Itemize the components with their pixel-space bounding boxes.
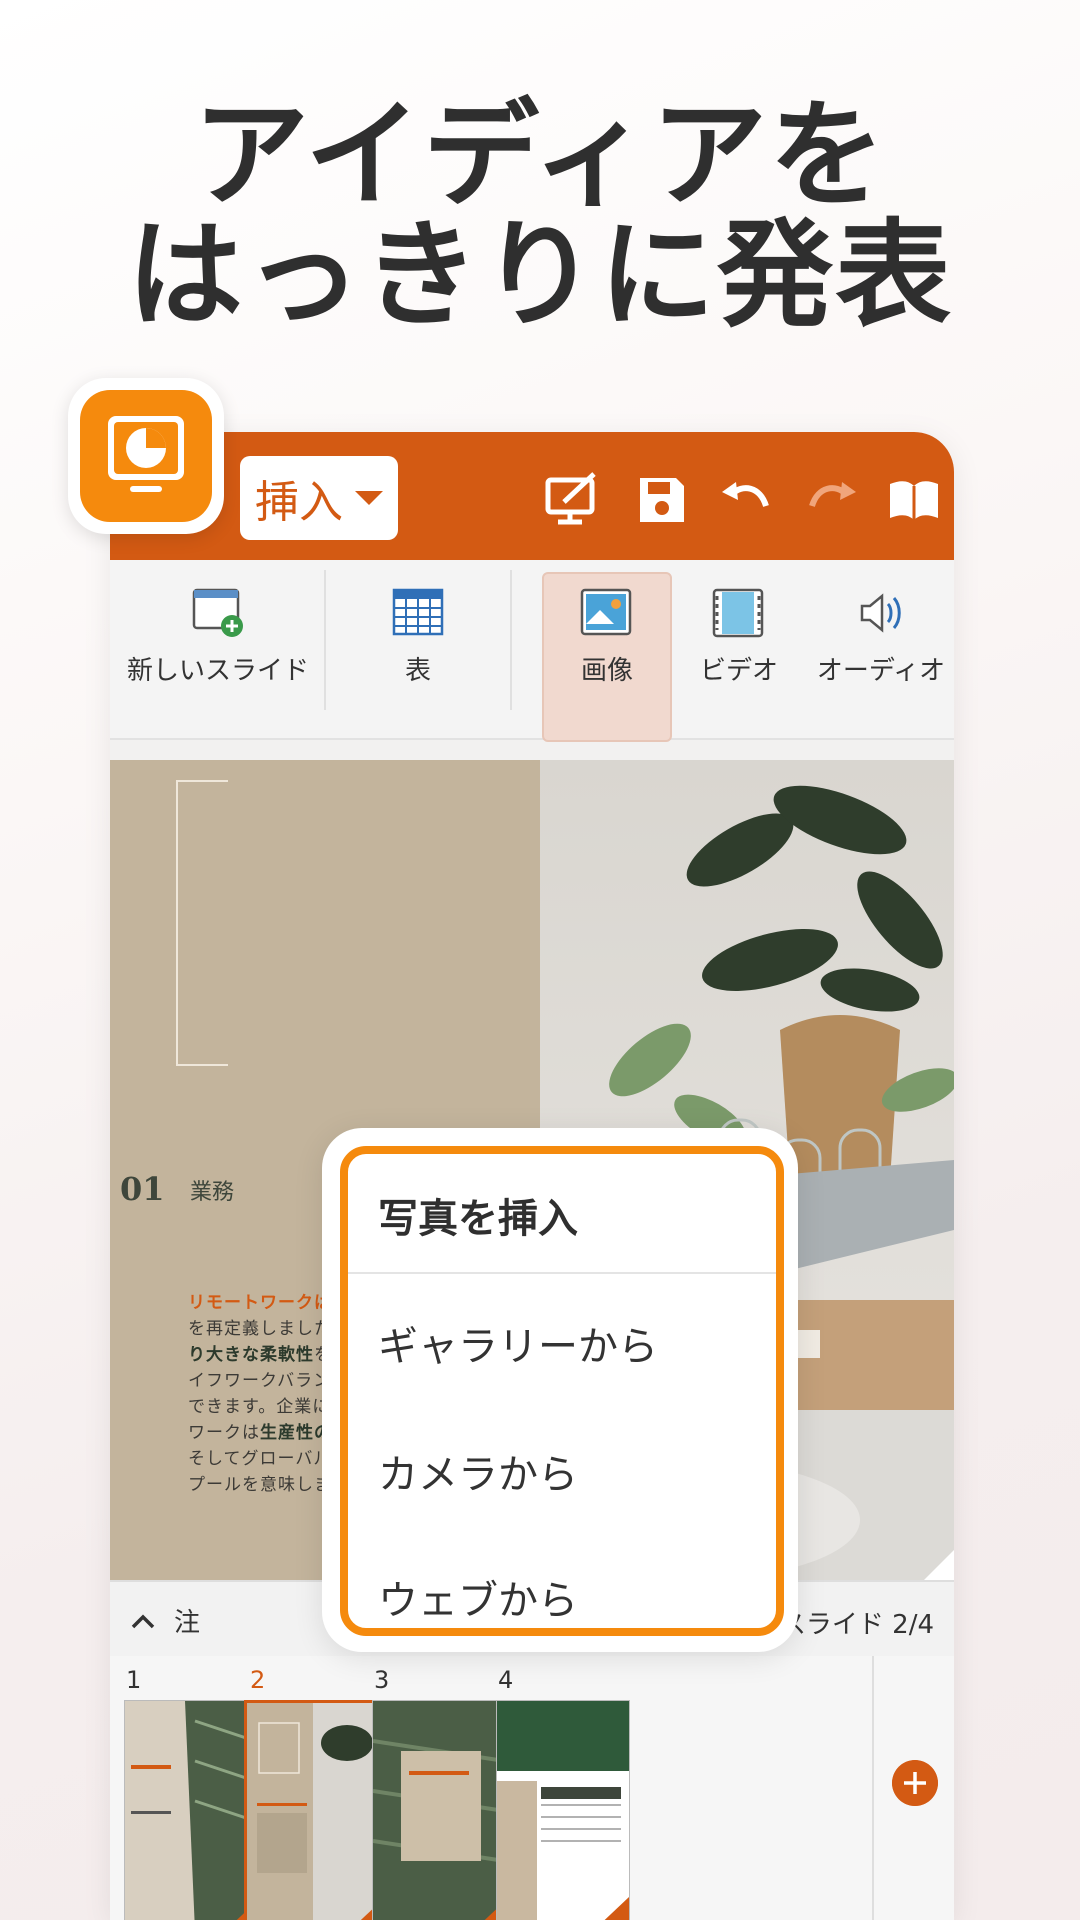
undo-icon[interactable] <box>718 472 774 528</box>
thumbnail-separator <box>872 1656 874 1920</box>
slide-thumbnails: 1 2 3 4 <box>110 1656 954 1920</box>
ribbon-video[interactable]: ビデオ <box>676 560 802 738</box>
chevron-up-icon[interactable] <box>130 1612 156 1630</box>
insert-photo-menu: 写真を挿入 ギャラリーから カメラから ウェブから <box>340 1146 784 1636</box>
app-window: 挿入 新しいスライド 表 画像 ビデオ オーディオ 01 業務 リモートワークは… <box>110 432 954 1920</box>
presentation-logo-icon <box>108 416 184 492</box>
top-toolbar: 挿入 <box>110 432 954 560</box>
notes-label: 注 <box>174 1608 201 1638</box>
insert-photo-popup: 写真を挿入 ギャラリーから カメラから ウェブから <box>322 1128 798 1652</box>
slide-indicator: スライド 2/4 <box>779 1610 934 1640</box>
ribbon-label: オーディオ <box>816 656 946 686</box>
ribbon-audio[interactable]: オーディオ <box>808 560 954 738</box>
ribbon-new-slide[interactable]: 新しいスライド <box>110 560 326 738</box>
image-icon <box>580 588 632 636</box>
audio-icon <box>860 593 901 633</box>
menu-item-from-camera[interactable]: カメラから <box>378 1442 578 1500</box>
ribbon-image[interactable]: 画像 <box>542 560 672 738</box>
insert-label: 挿入 <box>255 477 343 528</box>
save-icon[interactable] <box>634 472 690 528</box>
slide-thumbnail-2[interactable] <box>244 1700 382 1920</box>
ribbon-label: 新しいスライド <box>126 656 309 686</box>
redo-icon[interactable] <box>804 472 860 528</box>
popup-divider <box>348 1272 776 1274</box>
menu-item-from-web[interactable]: ウェブから <box>378 1568 578 1626</box>
ribbon-table[interactable]: 表 <box>326 560 510 738</box>
thumbnail-number: 1 <box>126 1666 142 1694</box>
read-mode-icon[interactable] <box>886 472 942 528</box>
insert-ribbon: 新しいスライド 表 画像 ビデオ オーディオ <box>110 560 954 742</box>
slide-section-number: 01 <box>120 1170 165 1208</box>
thumbnail-number: 3 <box>374 1666 390 1694</box>
ribbon-label: 表 <box>404 656 431 686</box>
ribbon-separator <box>510 570 512 710</box>
headline-line-1: アイディアを <box>192 88 888 223</box>
slide-frame <box>176 780 228 1066</box>
slide-thumbnail-3[interactable] <box>372 1700 506 1920</box>
new-slide-icon <box>192 588 243 637</box>
app-icon <box>68 378 224 534</box>
headline: アイディアを はっきりに発表 <box>0 96 1080 336</box>
insert-menu-button[interactable]: 挿入 <box>240 456 398 540</box>
popup-title: 写真を挿入 <box>378 1196 578 1242</box>
slide-section-title: 業務 <box>190 1180 235 1205</box>
add-slide-icon[interactable] <box>892 1760 938 1806</box>
thumbnail-number: 2 <box>250 1666 266 1694</box>
table-icon <box>392 588 444 636</box>
video-icon <box>712 588 764 638</box>
slide-thumbnail-1[interactable] <box>124 1700 258 1920</box>
chevron-down-icon <box>355 491 383 505</box>
menu-item-from-gallery[interactable]: ギャラリーから <box>378 1314 658 1372</box>
thumbnail-number: 4 <box>498 1666 514 1694</box>
ribbon-label: ビデオ <box>699 656 778 686</box>
slide-thumbnail-4[interactable] <box>496 1700 630 1920</box>
headline-line-2: はっきりに発表 <box>127 208 953 343</box>
slide-text-highlight: リモートワークは <box>188 1293 332 1313</box>
ribbon-label: 画像 <box>580 656 633 686</box>
present-icon[interactable] <box>544 472 600 528</box>
